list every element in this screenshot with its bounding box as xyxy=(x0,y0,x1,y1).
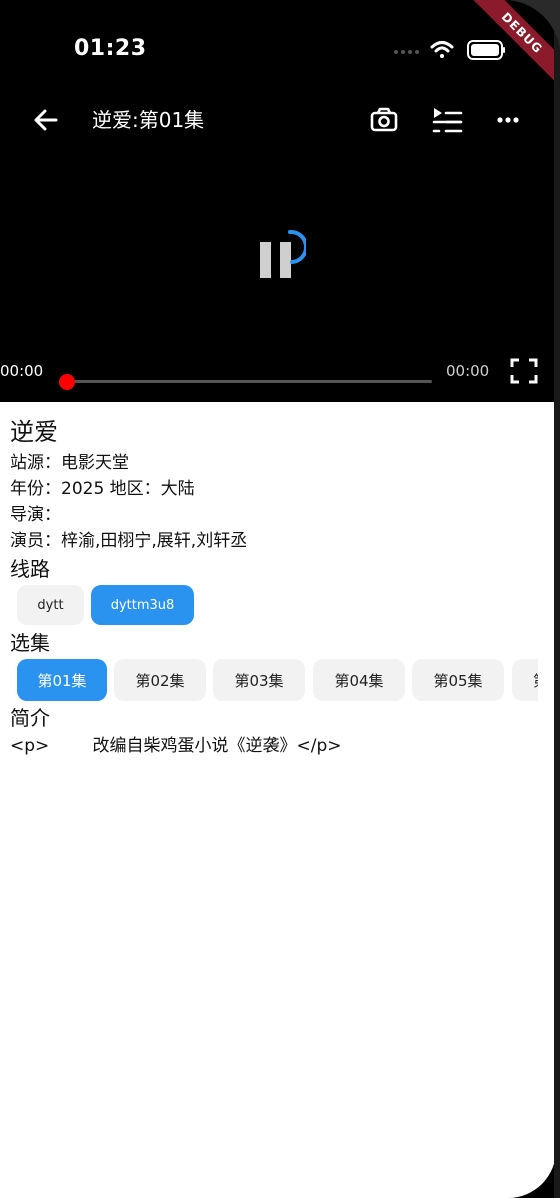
episode-chip-04[interactable]: 第04集 xyxy=(313,659,405,701)
time-elapsed: 00:00 xyxy=(0,362,44,380)
status-icons xyxy=(394,40,505,60)
show-title: 逆爱 xyxy=(10,418,58,446)
battery-icon xyxy=(467,40,505,60)
route-chip-dytt[interactable]: dytt xyxy=(17,585,84,625)
episode-chip-06[interactable]: 第06集 xyxy=(512,659,538,701)
episode-list[interactable]: 第01集 第02集 第03集 第04集 第05集 第06集 xyxy=(16,659,538,703)
camera-icon[interactable] xyxy=(366,102,402,138)
progress-track[interactable] xyxy=(66,380,432,383)
fullscreen-icon[interactable] xyxy=(510,358,538,384)
device-frame-edge xyxy=(554,0,560,1198)
pause-icon[interactable] xyxy=(254,226,306,280)
back-arrow-icon[interactable] xyxy=(30,104,62,136)
wifi-icon xyxy=(430,41,454,58)
episode-chip-03[interactable]: 第03集 xyxy=(213,659,305,701)
loading-spinner-icon xyxy=(288,229,306,264)
time-total: 00:00 xyxy=(446,362,490,380)
signal-dots-icon xyxy=(394,50,419,54)
episode-chip-05[interactable]: 第05集 xyxy=(412,659,504,701)
synopsis-heading: 简介 xyxy=(10,706,50,730)
episodes-heading: 选集 xyxy=(10,631,50,655)
video-title: 逆爱:第01集 xyxy=(92,108,205,132)
year-region-line: 年份：2025 地区：大陆 xyxy=(10,479,195,499)
source-line: 站源：电影天堂 xyxy=(10,453,129,473)
progress-thumb[interactable] xyxy=(59,374,75,390)
route-chip-dyttm3u8[interactable]: dyttm3u8 xyxy=(91,585,194,625)
episode-chip-01[interactable]: 第01集 xyxy=(17,659,107,701)
actors-line: 演员：梓渝,田栩宁,展轩,刘轩丞 xyxy=(10,531,248,551)
director-line: 导演： xyxy=(10,505,61,525)
more-options-icon[interactable] xyxy=(490,102,526,138)
episode-chip-02[interactable]: 第02集 xyxy=(114,659,206,701)
playlist-icon[interactable] xyxy=(430,102,466,138)
details-panel xyxy=(0,402,556,1198)
synopsis-text: <p> 改编自柴鸡蛋小说《逆袭》</p> xyxy=(10,736,342,756)
status-time: 01:23 xyxy=(74,36,147,61)
phone-screen: 01:23 DEBUG 逆爱:第01集 00:00 00:00 逆爱 站源：电影… xyxy=(0,0,560,1198)
routes-heading: 线路 xyxy=(10,557,50,581)
